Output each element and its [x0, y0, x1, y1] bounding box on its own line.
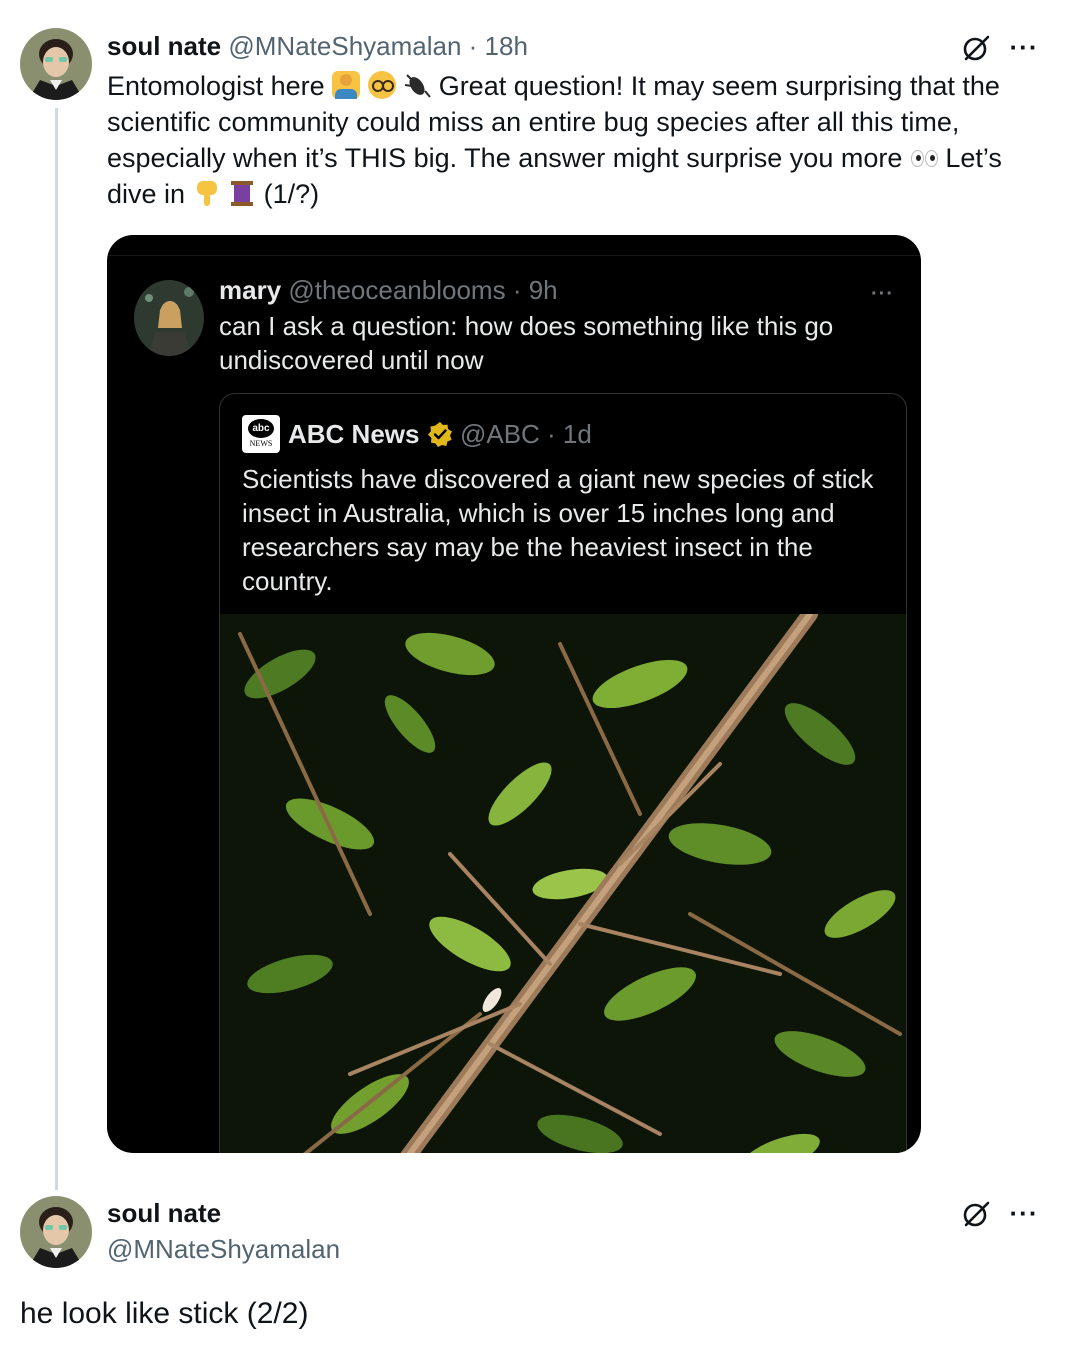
handle[interactable]: @theoceanblooms: [288, 275, 505, 305]
display-name[interactable]: ABC News: [288, 419, 419, 449]
more-icon[interactable]: ···: [1006, 32, 1042, 62]
verified-badge-icon: [427, 422, 452, 447]
nested-tweet-text: Scientists have discovered a giant new s…: [242, 464, 874, 596]
nested-quote-card[interactable]: abc NEWS ABC News @ABC · 1d Scientists h…: [219, 393, 907, 1153]
abc-news-logo[interactable]: abc NEWS: [242, 415, 280, 453]
timestamp[interactable]: · 9h: [513, 275, 558, 305]
stick-insect-image: [220, 614, 906, 1153]
tweet-text: Entomologist here Great question! It may…: [107, 71, 1002, 209]
avatar[interactable]: [20, 1196, 92, 1268]
raising-hand-emoji-icon: [332, 71, 361, 99]
timestamp[interactable]: · 18h: [469, 31, 528, 61]
handle[interactable]: @MNateShyamalan: [107, 1232, 340, 1266]
tweet-text: he look like stick (2/2): [20, 1297, 309, 1330]
pointing-down-emoji-icon: [193, 179, 221, 207]
quoted-tweet-header: mary @theoceanblooms · 9h: [219, 273, 558, 307]
avatar-photo-image: [134, 280, 204, 356]
display-name[interactable]: mary: [219, 275, 281, 305]
avatar-portrait-image: [20, 1196, 92, 1268]
stick-insect-photo[interactable]: [220, 614, 906, 1153]
nerd-face-emoji-icon: [367, 71, 396, 99]
timestamp[interactable]: · 1d: [547, 419, 592, 449]
grok-icon[interactable]: [958, 1196, 994, 1232]
eyes-emoji-icon: [910, 143, 938, 171]
more-icon[interactable]: ···: [871, 283, 894, 306]
thread-spool-emoji-icon: [228, 179, 256, 207]
display-name[interactable]: soul nate: [107, 1196, 221, 1230]
divider: [107, 255, 921, 256]
avatar[interactable]: [134, 280, 204, 356]
grok-icon[interactable]: [958, 30, 994, 66]
tweet-header: soul nate @MNateShyamalan · 18h: [107, 29, 528, 63]
avatar-portrait-image: [20, 28, 92, 100]
display-name[interactable]: soul nate: [107, 31, 221, 61]
handle[interactable]: @MNateShyamalan: [228, 31, 461, 61]
handle[interactable]: @ABC: [460, 419, 540, 449]
embedded-screenshot[interactable]: mary @theoceanblooms · 9h ··· can I ask …: [107, 235, 921, 1153]
nested-tweet-header: ABC News @ABC · 1d: [288, 417, 592, 451]
avatar[interactable]: [20, 28, 92, 100]
more-icon[interactable]: ···: [1006, 1198, 1042, 1228]
quoted-tweet-text: can I ask a question: how does something…: [219, 311, 834, 375]
thread-connector-line: [55, 108, 58, 1190]
cockroach-emoji-icon: [403, 71, 431, 99]
